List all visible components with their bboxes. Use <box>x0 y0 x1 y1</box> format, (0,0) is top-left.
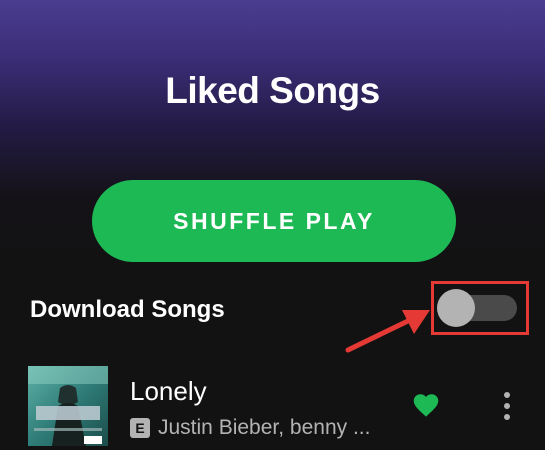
toggle-highlight-box <box>431 281 529 335</box>
shuffle-play-button[interactable]: SHUFFLE PLAY <box>92 180 456 262</box>
album-art <box>28 366 108 446</box>
song-row[interactable]: Lonely E Justin Bieber, benny ... <box>0 360 545 450</box>
album-art-image <box>28 366 108 446</box>
song-meta: E Justin Bieber, benny ... <box>130 416 370 440</box>
page-title: Liked Songs <box>165 70 380 111</box>
annotation-arrow-icon <box>345 310 430 353</box>
download-toggle[interactable] <box>437 289 517 327</box>
song-artist: Justin Bieber, benny ... <box>158 416 371 439</box>
download-songs-label: Download Songs <box>30 296 225 323</box>
song-title: Lonely <box>130 376 207 406</box>
toggle-knob[interactable] <box>437 289 475 327</box>
more-vertical-icon[interactable] <box>499 390 515 422</box>
explicit-badge: E <box>130 418 150 438</box>
heart-icon[interactable] <box>412 392 440 418</box>
